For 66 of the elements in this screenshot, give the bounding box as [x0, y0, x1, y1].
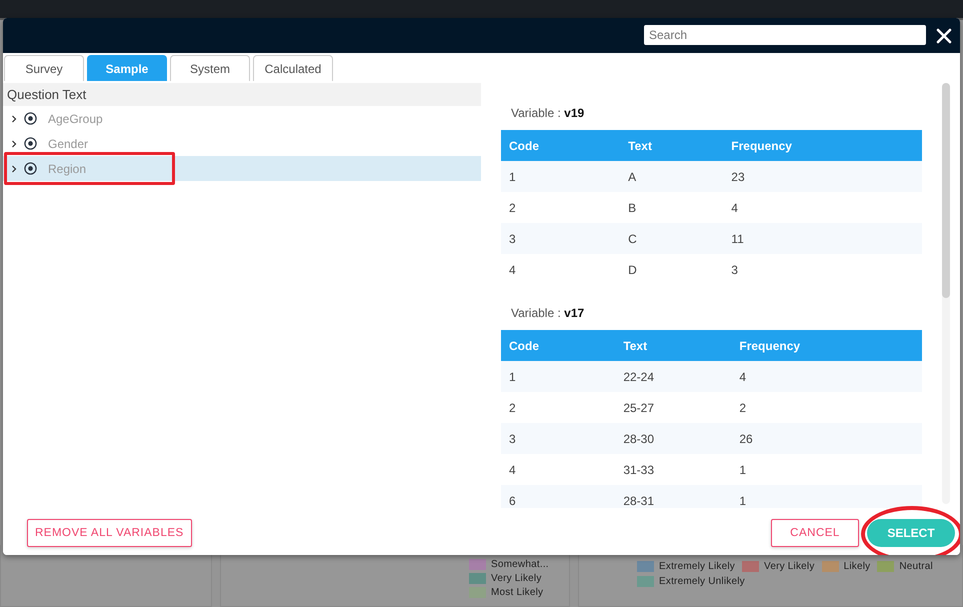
- legend-label: Somewhat...: [491, 558, 549, 570]
- list-item[interactable]: AgeGroup: [3, 106, 481, 131]
- scrollbar[interactable]: [942, 83, 950, 504]
- radio-icon: [24, 162, 37, 175]
- column-header: Text: [615, 330, 732, 361]
- search-field[interactable]: Search: [644, 24, 926, 44]
- table-cell: C: [620, 223, 724, 254]
- table-cell: 3: [501, 423, 616, 454]
- legend-label: Very Likely: [491, 572, 542, 584]
- column-header: Text: [620, 130, 724, 161]
- cancel-button[interactable]: CANCEL: [771, 518, 859, 546]
- question-label: AgeGroup: [48, 112, 103, 126]
- close-icon[interactable]: [936, 28, 952, 44]
- question-label: Gender: [48, 136, 88, 150]
- legend-label: Extremely Unlikely: [659, 576, 745, 586]
- list-item[interactable]: Region: [3, 156, 481, 181]
- table-cell: 28-30: [615, 423, 732, 454]
- legend-label: Very Likely: [764, 560, 815, 572]
- column-header: Frequency: [731, 330, 922, 361]
- table-cell: 1: [731, 485, 922, 508]
- legend-label: Extremely Likely: [659, 560, 735, 572]
- table-cell: 2: [731, 392, 922, 423]
- table-cell: B: [620, 192, 724, 223]
- question-label: Region: [48, 162, 86, 176]
- list-header: Question Text: [3, 83, 481, 106]
- column-header: Code: [501, 330, 616, 361]
- select-button[interactable]: SELECT: [867, 518, 955, 546]
- table-cell: 1: [501, 361, 616, 392]
- table-cell: 2: [501, 192, 620, 223]
- table-cell: 4: [501, 254, 620, 285]
- table-cell: 4: [723, 192, 922, 223]
- table-cell: 1: [731, 454, 922, 485]
- table-cell: 23: [723, 161, 922, 192]
- remove-all-button[interactable]: REMOVE ALL VARIABLES: [27, 518, 192, 546]
- variable-label: Variable : v17: [510, 305, 586, 322]
- table-cell: 28-31: [615, 485, 732, 508]
- legend-label: Likely: [844, 560, 870, 572]
- table-cell: 11: [723, 223, 922, 254]
- column-header: Frequency: [723, 130, 922, 161]
- table-cell: 31-33: [615, 454, 732, 485]
- table-cell: 2: [501, 392, 616, 423]
- tab[interactable]: Survey: [4, 55, 84, 81]
- table-cell: D: [620, 254, 724, 285]
- chevron-icon[interactable]: [11, 114, 17, 122]
- tab[interactable]: Calculated: [253, 55, 333, 81]
- list-item[interactable]: Gender: [3, 131, 481, 156]
- table-cell: 26: [731, 423, 922, 454]
- radio-icon: [24, 137, 37, 150]
- table-cell: 25-27: [615, 392, 732, 423]
- legend-label: Most Likely: [491, 586, 544, 598]
- table-cell: 22-24: [615, 361, 732, 392]
- table-cell: 3: [501, 223, 620, 254]
- table-cell: 3: [723, 254, 922, 285]
- radio-icon: [24, 112, 37, 125]
- tab[interactable]: System: [170, 55, 250, 81]
- table-cell: 6: [501, 485, 616, 508]
- column-header: Code: [501, 130, 620, 161]
- chevron-icon[interactable]: [11, 140, 17, 148]
- chevron-icon[interactable]: [11, 164, 17, 172]
- table-cell: 1: [501, 161, 620, 192]
- tab[interactable]: Sample: [87, 55, 167, 81]
- table-cell: 4: [501, 454, 616, 485]
- variable-label: Variable : v19: [510, 105, 586, 122]
- table-cell: 4: [731, 361, 922, 392]
- legend-label: Neutral: [899, 560, 933, 572]
- table-cell: A: [620, 161, 724, 192]
